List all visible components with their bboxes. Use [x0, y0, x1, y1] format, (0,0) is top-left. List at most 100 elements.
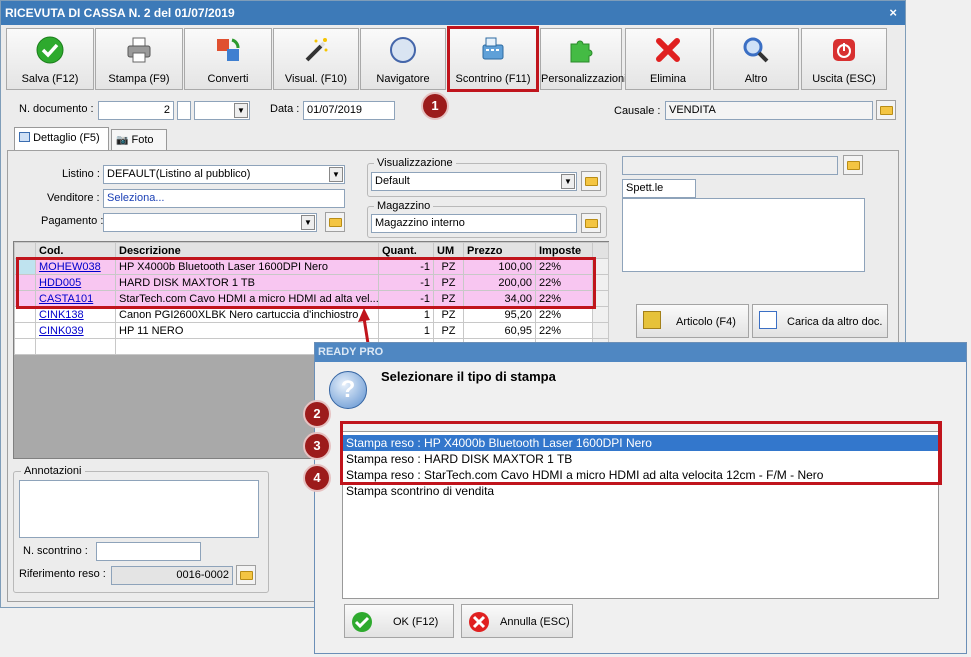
riferimento-input[interactable]: 0016-0002	[111, 566, 233, 585]
causale-folder-button[interactable]	[876, 100, 896, 120]
print-button-label: Stampa (F9)	[108, 73, 170, 85]
tab-foto[interactable]: 📷 Foto	[111, 129, 167, 151]
cancel-button-label: Annulla (ESC)	[500, 616, 570, 628]
table-row[interactable]: CINK039 HP 11 NERO 1 PZ 60,95 22%	[14, 322, 609, 339]
print-button[interactable]: Stampa (F9)	[95, 28, 183, 90]
magazzino-input[interactable]: Magazzino interno	[371, 214, 577, 233]
check-icon	[352, 612, 372, 632]
navigator-button[interactable]: Navigatore	[360, 28, 446, 90]
empty-cell	[35, 338, 116, 355]
folder-icon	[880, 106, 893, 115]
magnifier-icon	[743, 37, 769, 63]
row-indicator	[14, 338, 36, 355]
folder-icon	[329, 218, 342, 227]
row-desc: HP 11 NERO	[115, 322, 379, 339]
visualizzazione-label: Visualizzazione	[374, 157, 456, 169]
doc-series-select[interactable]: ▼	[194, 101, 250, 120]
row-um: PZ	[433, 322, 464, 339]
folder-icon	[585, 177, 598, 186]
other-button[interactable]: Altro	[713, 28, 799, 90]
row-indicator	[14, 322, 36, 339]
cliente-salutation-input[interactable]: Spett.le	[622, 179, 696, 198]
window-title: RICEVUTA DI CASSA N. 2 del 01/07/2019	[5, 6, 235, 20]
date-label: Data :	[270, 103, 300, 115]
callout-badge: 1	[421, 92, 449, 120]
load-document-icon	[759, 311, 777, 329]
cash-register-icon	[482, 37, 504, 60]
pagamento-folder-button[interactable]	[325, 212, 345, 232]
scontrino-button[interactable]: Scontrino (F11)	[447, 26, 539, 92]
exit-button-label: Uscita (ESC)	[812, 73, 876, 85]
scontrino-number-input[interactable]	[96, 542, 201, 561]
delete-x-icon	[656, 38, 680, 62]
folder-icon	[847, 161, 860, 170]
save-button-label: Salva (F12)	[21, 73, 79, 85]
riferimento-folder-button[interactable]	[236, 565, 256, 585]
visual-button[interactable]: Visual. (F10)	[273, 28, 359, 90]
exit-button[interactable]: Uscita (ESC)	[801, 28, 887, 90]
cancel-x-icon	[469, 612, 489, 632]
navigator-button-label: Navigatore	[376, 73, 430, 85]
cancel-button[interactable]: Annulla (ESC)	[461, 604, 573, 638]
carica-button[interactable]: Carica da altro doc.	[752, 304, 888, 338]
printer-icon	[127, 37, 151, 63]
row-cod-link[interactable]: CINK039	[35, 322, 116, 339]
row-scroll-cell	[592, 322, 609, 339]
pagamento-label: Pagamento :	[41, 215, 104, 227]
chevron-down-icon: ▼	[561, 174, 575, 189]
doc-suffix-button[interactable]	[177, 101, 191, 120]
listino-label: Listino :	[62, 168, 100, 180]
folder-icon	[585, 219, 598, 228]
delete-button[interactable]: Elimina	[625, 28, 711, 90]
compass-icon	[390, 37, 416, 63]
articolo-button[interactable]: Articolo (F4)	[636, 304, 749, 338]
pagamento-select[interactable]: ▼	[103, 213, 317, 232]
ok-button[interactable]: OK (F12)	[344, 604, 454, 638]
convert-button[interactable]: Converti	[184, 28, 272, 90]
detail-icon	[19, 132, 30, 142]
scontrino-button-label: Scontrino (F11)	[455, 73, 531, 85]
personalizzazioni-button-label: Personalizzazioni	[541, 73, 627, 85]
chevron-down-icon: ▼	[234, 103, 248, 118]
folder-icon	[240, 571, 253, 580]
listino-value: DEFAULT(Listino al pubblico)	[107, 168, 251, 180]
visualizzazione-select[interactable]: Default ▼	[371, 172, 577, 191]
annotazioni-textarea[interactable]	[19, 480, 259, 538]
delete-button-label: Elimina	[649, 73, 687, 85]
visualizzazione-folder-button[interactable]	[581, 171, 601, 191]
cliente-search-input[interactable]	[622, 156, 838, 175]
causale-label: Causale :	[614, 105, 661, 117]
row-tax: 22%	[535, 322, 593, 339]
venditore-label: Venditore :	[47, 192, 100, 204]
visual-button-label: Visual. (F10)	[284, 73, 348, 85]
tab-foto-label: Foto	[131, 134, 154, 146]
highlight-return-rows	[16, 257, 596, 309]
callout-badge: 3	[303, 432, 331, 460]
personalizzazioni-button[interactable]: Personalizzazioni	[540, 28, 627, 90]
doc-number-input[interactable]: 2	[98, 101, 174, 120]
callout-badge: 2	[303, 400, 331, 428]
question-icon: ?	[329, 371, 367, 409]
cliente-folder-button[interactable]	[843, 155, 863, 175]
magazzino-folder-button[interactable]	[581, 213, 601, 233]
list-item[interactable]: Stampa scontrino di vendita	[343, 483, 938, 499]
print-type-dialog: READY PRO ? Selezionare il tipo di stamp…	[314, 342, 967, 654]
articolo-button-label: Articolo (F4)	[676, 316, 736, 328]
date-input[interactable]: 01/07/2019	[303, 101, 395, 120]
chevron-down-icon: ▼	[329, 167, 343, 182]
check-icon	[36, 36, 64, 64]
convert-icon	[217, 38, 240, 61]
save-button[interactable]: Salva (F12)	[6, 28, 94, 90]
other-button-label: Altro	[744, 73, 768, 85]
close-icon[interactable]: ×	[889, 1, 897, 25]
chevron-down-icon: ▼	[301, 215, 315, 230]
cliente-address-textarea[interactable]	[622, 198, 865, 272]
listino-select[interactable]: DEFAULT(Listino al pubblico) ▼	[103, 165, 345, 184]
callout-badge: 4	[303, 464, 331, 492]
venditore-select[interactable]: Seleziona...	[103, 189, 345, 208]
doc-number-label: N. documento :	[19, 103, 94, 115]
window-title-bar: RICEVUTA DI CASSA N. 2 del 01/07/2019 ×	[1, 1, 905, 25]
causale-input[interactable]: VENDITA	[665, 101, 873, 120]
tab-dettaglio[interactable]: Dettaglio (F5)	[14, 127, 109, 151]
magic-wand-icon	[305, 38, 328, 62]
